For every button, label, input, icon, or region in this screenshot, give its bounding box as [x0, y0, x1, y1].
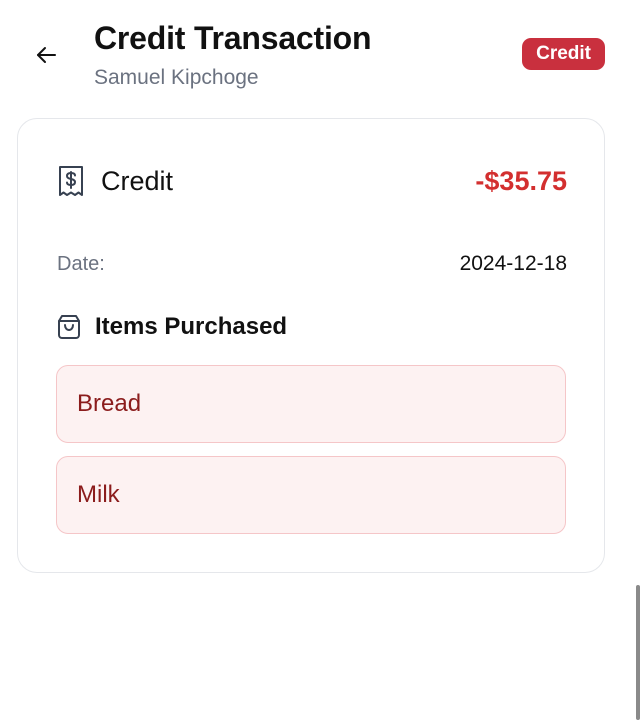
transaction-screen: Credit Transaction Samuel Kipchoge Credi… [0, 0, 640, 720]
date-label: Date: [57, 252, 105, 275]
transaction-amount: -$35.75 [475, 165, 567, 196]
list-item[interactable]: Milk [56, 456, 566, 534]
header: Credit Transaction Samuel Kipchoge Credi… [0, 0, 640, 110]
scrollbar[interactable] [636, 585, 640, 720]
items-section-title: Items Purchased [95, 313, 288, 340]
receipt-icon [57, 165, 85, 197]
items-heading: Items Purchased [57, 313, 287, 341]
summary-row: Credit -$35.75 [57, 163, 567, 199]
arrow-left-icon [35, 45, 57, 65]
page-title: Credit Transaction [94, 20, 372, 56]
transaction-card: Credit -$35.75 Date: 2024-12-18 Items Pu… [17, 118, 605, 573]
date-value: 2024-12-18 [459, 252, 567, 275]
date-row: Date: 2024-12-18 [57, 252, 567, 276]
back-button[interactable] [30, 40, 62, 70]
customer-name: Samuel Kipchoge [94, 66, 259, 89]
list-item[interactable]: Bread [56, 365, 566, 443]
transaction-type-label: Credit [101, 165, 174, 196]
shopping-bag-icon [57, 314, 81, 340]
transaction-type-badge: Credit [522, 38, 605, 70]
summary-left: Credit [57, 165, 173, 197]
